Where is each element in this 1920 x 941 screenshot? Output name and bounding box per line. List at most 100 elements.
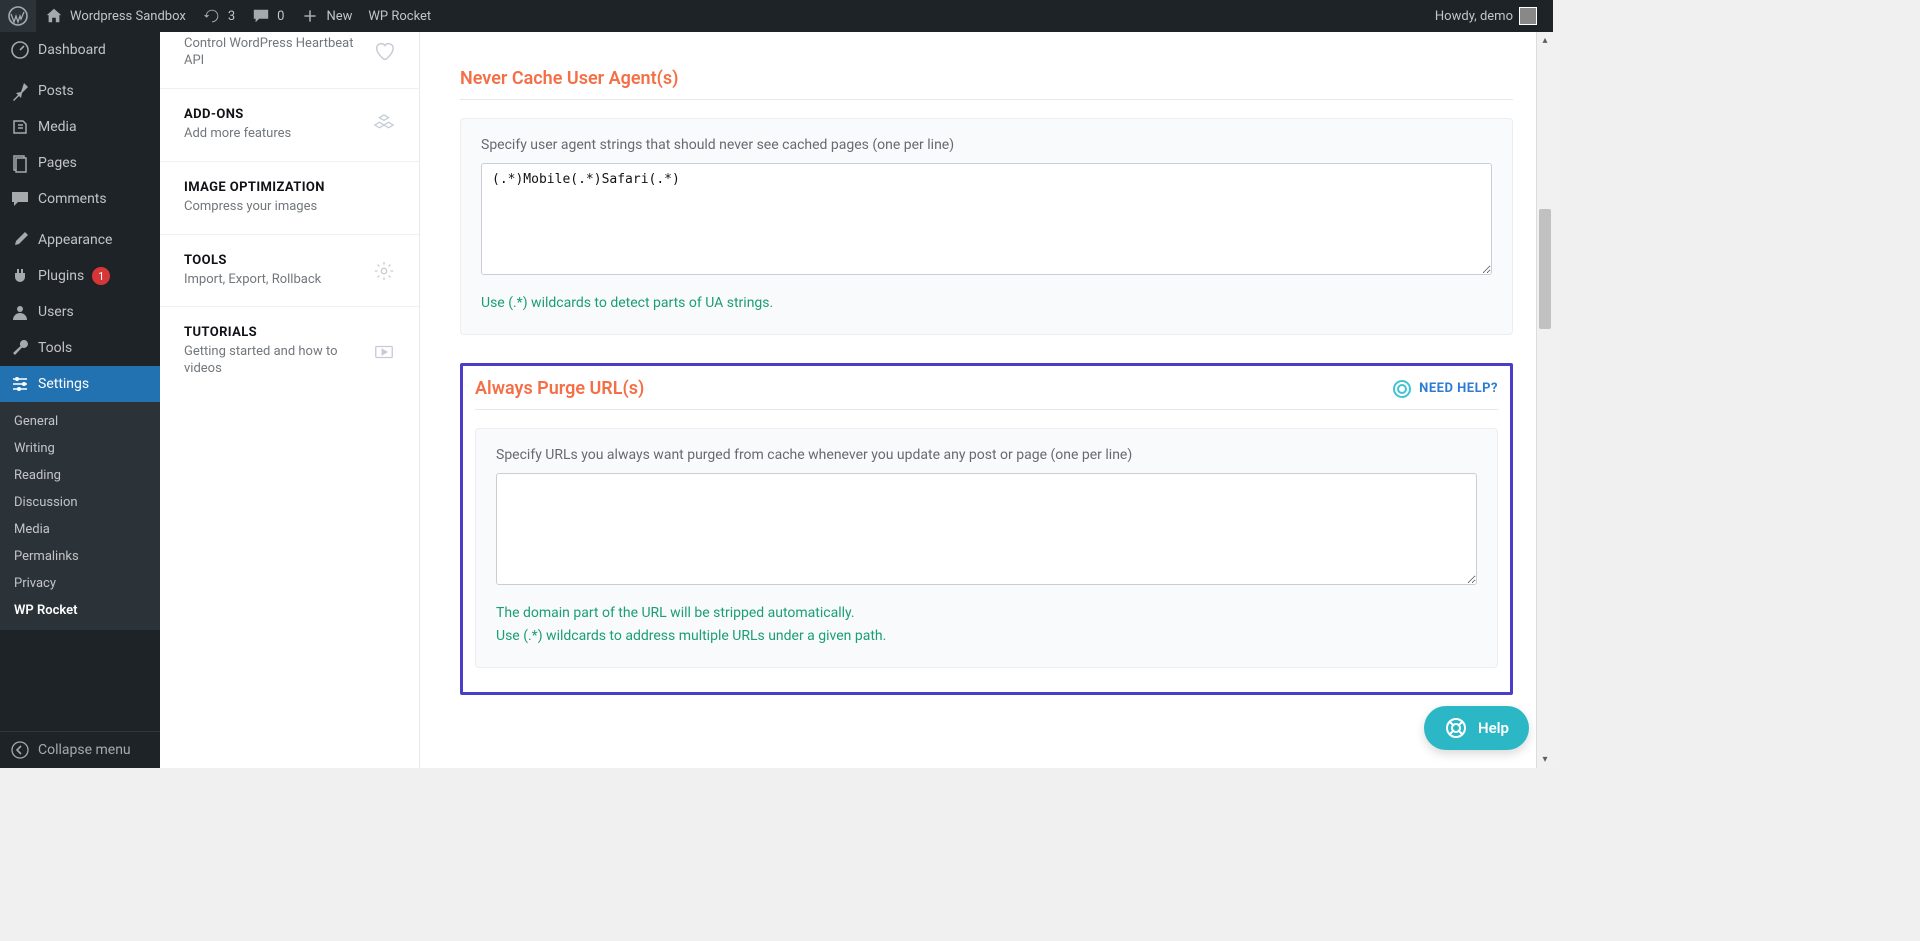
lifebuoy-icon [1444,716,1468,740]
collapse-label: Collapse menu [38,742,131,758]
wpr-nav-sub: Import, Export, Rollback [184,272,361,289]
purge-label: Specify URLs you always want purged from… [496,447,1477,463]
purge-hint1: The domain part of the URL will be strip… [496,603,1477,624]
brush-icon [10,230,30,250]
need-help-label: NEED HELP? [1419,381,1498,396]
comments-count: 0 [277,9,284,24]
plus-icon [300,6,320,26]
wpr-nav-title: TOOLS [184,253,361,268]
media-icon [10,117,30,137]
wp-logo[interactable] [0,0,36,32]
refresh-icon [202,6,222,26]
pin-icon [10,81,30,101]
user-icon [10,302,30,322]
comment-icon [251,6,271,26]
wpr-nav-item-tutorials[interactable]: TUTORIALS Getting started and how to vid… [160,307,419,396]
comments-link[interactable]: 0 [243,0,292,32]
purge-fieldbox: Specify URLs you always want purged from… [475,428,1498,668]
menu-posts[interactable]: Posts [0,73,160,109]
menu-tools[interactable]: Tools [0,330,160,366]
plugins-badge: 1 [92,267,110,285]
section-never-cache-ua: Never Cache User Agent(s) Specify user a… [460,68,1513,335]
ua-textarea[interactable] [481,163,1492,275]
sub-media[interactable]: Media [0,516,160,543]
new-label: New [326,9,352,24]
sliders-icon [10,374,30,394]
plug-icon [10,266,30,286]
menu-label: Dashboard [38,42,106,58]
wpr-nav-sub: Add more features [184,126,361,143]
menu-label: Users [38,304,74,320]
site-name: Wordpress Sandbox [70,9,186,24]
wpr-nav-item-image-opt[interactable]: IMAGE OPTIMIZATION Compress your images [160,162,419,235]
updates-link[interactable]: 3 [194,0,243,32]
wpr-settings-nav: Control WordPress Heartbeat API ADD-ONS … [160,32,420,768]
menu-pages[interactable]: Pages [0,145,160,181]
wpr-nav-item-addons[interactable]: ADD-ONS Add more features [160,89,419,162]
new-link[interactable]: New [292,0,360,32]
wpr-nav-sub: Getting started and how to videos [184,344,361,378]
sub-general[interactable]: General [0,408,160,435]
menu-settings[interactable]: Settings [0,366,160,402]
ua-label: Specify user agent strings that should n… [481,137,1492,153]
purge-hint2: Use (.*) wildcards to address multiple U… [496,626,1477,647]
main-content: Never Cache User Agent(s) Specify user a… [420,32,1553,768]
avatar-icon [1519,7,1537,25]
settings-submenu: General Writing Reading Discussion Media… [0,402,160,630]
scroll-up-button[interactable]: ▴ [1537,32,1553,49]
section-heading: Always Purge URL(s) [475,378,644,399]
pages-icon [10,153,30,173]
sub-discussion[interactable]: Discussion [0,489,160,516]
wpr-nav-item-tools[interactable]: TOOLS Import, Export, Rollback [160,235,419,308]
heartbeat-icon [373,40,395,62]
wrench-icon [10,338,30,358]
video-icon [373,341,395,363]
admin-bar: Wordpress Sandbox 3 0 New [0,0,1553,32]
menu-label: Appearance [38,232,112,248]
menu-label: Pages [38,155,77,171]
collapse-icon [10,740,30,760]
wpr-nav-title: TUTORIALS [184,325,361,340]
comment-icon [10,189,30,209]
menu-media[interactable]: Media [0,109,160,145]
wpr-nav-item-heartbeat[interactable]: Control WordPress Heartbeat API [160,32,419,89]
sub-permalinks[interactable]: Permalinks [0,543,160,570]
wp-rocket-bar-label: WP Rocket [368,9,431,24]
howdy-link[interactable]: Howdy, demo [1427,0,1545,32]
sub-wp-rocket[interactable]: WP Rocket [0,597,160,624]
wordpress-icon [8,6,28,26]
dashboard-icon [10,40,30,60]
scroll-thumb[interactable] [1539,209,1551,329]
menu-label: Settings [38,376,89,392]
howdy-text: Howdy, demo [1435,9,1513,24]
section-heading: Never Cache User Agent(s) [460,68,678,89]
highlighted-purge-section: Always Purge URL(s) NEED HELP? Specify U… [460,363,1513,695]
menu-label: Media [38,119,77,135]
wpr-nav-sub: Compress your images [184,199,395,216]
lifebuoy-icon [1393,380,1411,398]
menu-dashboard[interactable]: Dashboard [0,32,160,68]
menu-label: Comments [38,191,107,207]
menu-plugins[interactable]: Plugins 1 [0,258,160,294]
section-always-purge: Always Purge URL(s) NEED HELP? Specify U… [475,378,1498,668]
cubes-icon [373,114,395,136]
menu-users[interactable]: Users [0,294,160,330]
collapse-menu[interactable]: Collapse menu [0,731,160,768]
ua-fieldbox: Specify user agent strings that should n… [460,118,1513,335]
wpr-nav-title: ADD-ONS [184,107,361,122]
sub-reading[interactable]: Reading [0,462,160,489]
menu-comments[interactable]: Comments [0,181,160,217]
sub-writing[interactable]: Writing [0,435,160,462]
menu-appearance[interactable]: Appearance [0,222,160,258]
purge-textarea[interactable] [496,473,1477,585]
scroll-down-button[interactable]: ▾ [1537,751,1553,768]
admin-menu: Dashboard Posts Media Pages Comments App… [0,32,160,768]
ua-hint: Use (.*) wildcards to detect parts of UA… [481,293,1492,314]
sub-privacy[interactable]: Privacy [0,570,160,597]
menu-label: Plugins [38,268,84,284]
site-link[interactable]: Wordpress Sandbox [36,0,194,32]
wp-rocket-bar-link[interactable]: WP Rocket [360,0,439,32]
need-help-link[interactable]: NEED HELP? [1393,380,1498,398]
scrollbar[interactable]: ▴ ▾ [1536,32,1553,768]
help-widget[interactable]: Help [1424,706,1529,750]
